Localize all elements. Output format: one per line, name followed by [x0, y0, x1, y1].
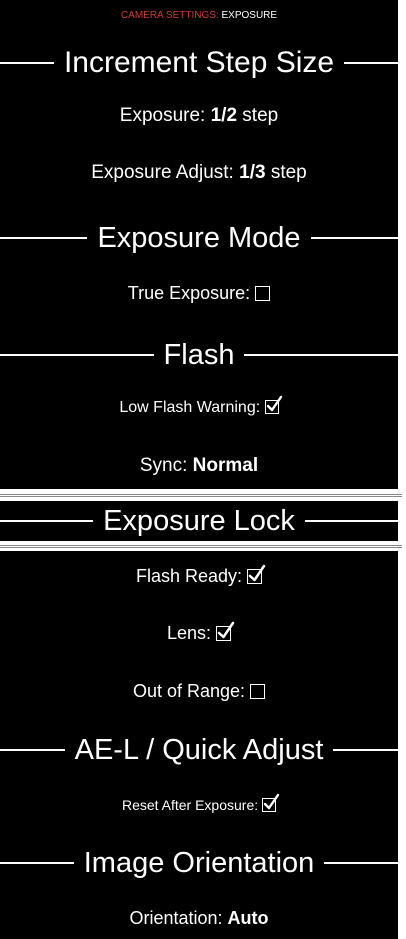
low-flash-warning-setting[interactable]: Low Flash Warning:	[0, 395, 398, 416]
rule-right	[333, 749, 399, 751]
rule-right	[244, 354, 399, 356]
setting-value[interactable]: 1/2	[211, 105, 237, 126]
true-exposure-checkbox[interactable]	[255, 286, 271, 301]
checkmark-icon	[263, 793, 280, 810]
divider	[0, 494, 402, 495]
rule-left	[0, 62, 54, 64]
settings-panel-bottom: Flash Ready: Lens: Out of Range: AE-L / …	[0, 551, 399, 939]
flash-ready-checkbox[interactable]	[247, 564, 266, 584]
setting-label: Exposure:	[119, 105, 206, 126]
rule-left	[0, 520, 94, 522]
reset-after-exposure-checkbox[interactable]	[262, 793, 280, 812]
out-of-range-checkbox[interactable]	[250, 684, 266, 699]
section-header-image-orientation: Image Orientation	[0, 846, 399, 880]
section-title: Image Orientation	[83, 846, 315, 879]
section-header-increment: Increment Step Size	[0, 46, 399, 80]
setting-label: Low Flash Warning:	[119, 399, 261, 416]
section-title: Exposure Lock	[103, 504, 295, 537]
orientation-setting[interactable]: Orientation: Auto	[0, 909, 398, 927]
settings-panel-top: CAMERA SETTINGS: EXPOSURE Increment Step…	[0, 0, 399, 489]
section-header-exposure-mode: Exposure Mode	[0, 222, 398, 254]
reset-after-exposure-setting[interactable]: Reset After Exposure:	[0, 793, 398, 813]
section-title: AE-L / Quick Adjust	[74, 733, 324, 766]
setting-value[interactable]: Auto	[228, 908, 269, 928]
setting-unit: step	[242, 105, 279, 126]
settings-panel-middle: Exposure Lock	[0, 501, 399, 541]
rule-right	[344, 62, 399, 64]
true-exposure-setting[interactable]: True Exposure:	[0, 284, 398, 302]
setting-label: Exposure Adjust:	[91, 162, 234, 183]
checkmark-icon	[217, 621, 235, 639]
setting-label: Reset After Exposure:	[121, 797, 259, 813]
rule-left	[0, 354, 154, 356]
divider	[0, 547, 402, 548]
setting-unit: step	[270, 162, 307, 183]
out-of-range-setting[interactable]: Out of Range:	[0, 682, 398, 700]
section-title: Flash	[163, 338, 235, 371]
breadcrumb-page: EXPOSURE	[221, 10, 278, 21]
setting-label: Sync:	[139, 455, 188, 476]
setting-value[interactable]: Normal	[193, 455, 258, 476]
breadcrumb: CAMERA SETTINGS: EXPOSURE	[0, 11, 398, 21]
setting-label: Out of Range:	[132, 681, 246, 701]
rule-right	[324, 862, 399, 864]
lens-setting[interactable]: Lens:	[0, 621, 398, 643]
setting-label: True Exposure:	[127, 283, 251, 303]
low-flash-warning-checkbox[interactable]	[264, 395, 282, 414]
rule-left	[0, 749, 65, 751]
checkmark-icon	[266, 395, 282, 412]
rule-right	[304, 520, 399, 522]
setting-label: Flash Ready:	[135, 566, 243, 586]
section-header-flash: Flash	[0, 338, 399, 371]
divider	[0, 545, 402, 546]
breadcrumb-section[interactable]: CAMERA SETTINGS:	[121, 10, 219, 21]
checkmark-icon	[248, 564, 266, 582]
section-header-ae-l: AE-L / Quick Adjust	[0, 733, 399, 767]
section-header-exposure-lock: Exposure Lock	[0, 504, 399, 537]
exposure-adjust-step-setting[interactable]: Exposure Adjust: 1/3 step	[0, 163, 398, 182]
rule-left	[0, 862, 74, 864]
exposure-step-setting[interactable]: Exposure: 1/2 step	[0, 106, 398, 125]
setting-label: Lens:	[166, 623, 212, 643]
section-title: Exposure Mode	[97, 221, 301, 254]
divider	[0, 496, 402, 497]
rule-right	[310, 237, 398, 239]
rule-left	[0, 237, 88, 239]
setting-value[interactable]: 1/3	[239, 162, 265, 183]
section-title: Increment Step Size	[63, 46, 335, 79]
setting-label: Orientation:	[129, 908, 223, 928]
lens-checkbox[interactable]	[216, 621, 235, 641]
flash-ready-setting[interactable]: Flash Ready:	[0, 564, 398, 586]
sync-setting[interactable]: Sync: Normal	[0, 456, 398, 475]
